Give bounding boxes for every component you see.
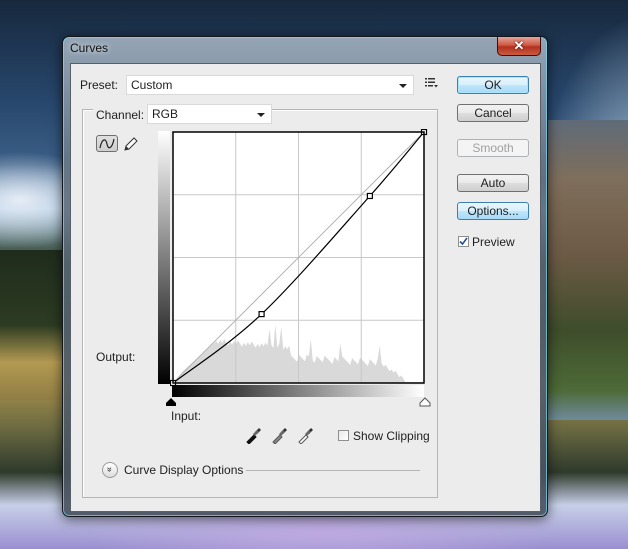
white-point-eyedropper[interactable] — [297, 426, 315, 447]
channel-dropdown[interactable]: RGB — [147, 104, 272, 124]
preview-label: Preview — [472, 235, 515, 249]
close-icon: ✕ — [513, 38, 525, 53]
eyedropper-gray-icon — [272, 428, 287, 445]
smooth-button[interactable]: Smooth — [457, 139, 529, 157]
curve-control-point[interactable] — [258, 310, 265, 318]
ok-button[interactable]: OK — [457, 76, 529, 94]
preset-label: Preset: — [80, 78, 119, 92]
eyedropper-white-icon — [298, 428, 313, 445]
output-gradient-bar — [158, 131, 170, 384]
black-point-eyedropper[interactable] — [245, 426, 263, 447]
curve-display-options-divider — [246, 470, 420, 471]
white-slider-triangle-icon — [419, 397, 431, 407]
show-clipping-label: Show Clipping — [353, 429, 430, 443]
eyedropper-black-icon — [246, 428, 261, 445]
gray-point-eyedropper[interactable] — [271, 426, 289, 447]
curve-display-options-label: Curve Display Options — [124, 463, 244, 477]
preset-options-icon[interactable] — [425, 77, 439, 92]
preset-value: Custom — [131, 78, 173, 92]
curves-graph[interactable] — [170, 129, 428, 387]
chevron-down-icon — [257, 113, 265, 117]
double-chevron-down-icon: » — [105, 466, 116, 473]
options-button[interactable]: Options... — [457, 202, 529, 220]
pencil-tool-button[interactable] — [122, 135, 140, 156]
channel-label: Channel: — [93, 108, 148, 122]
black-input-slider[interactable] — [164, 397, 178, 407]
window-title: Curves — [70, 41, 109, 55]
output-label: Output: — [96, 350, 136, 364]
pencil-icon — [124, 137, 138, 151]
channel-value: RGB — [152, 107, 179, 121]
curve-point-icon — [99, 138, 115, 149]
preview-checkbox[interactable] — [458, 236, 469, 247]
checkmark-icon — [459, 237, 468, 246]
close-button[interactable]: ✕ — [497, 37, 541, 56]
input-label: Input: — [171, 409, 202, 423]
black-slider-triangle-icon — [166, 398, 176, 406]
cancel-button[interactable]: Cancel — [457, 104, 529, 122]
show-clipping-checkbox[interactable] — [338, 430, 349, 441]
chevron-down-icon — [399, 84, 407, 88]
desktop-background-right — [548, 120, 628, 420]
curve-display-options-expander[interactable]: » — [102, 462, 118, 478]
desktop-background-left — [0, 250, 62, 400]
white-input-slider[interactable] — [418, 397, 432, 407]
preset-dropdown[interactable]: Custom — [126, 75, 414, 95]
curve-point-tool-button[interactable] — [96, 135, 118, 152]
curve-control-point[interactable] — [366, 192, 373, 200]
auto-button[interactable]: Auto — [457, 174, 529, 192]
